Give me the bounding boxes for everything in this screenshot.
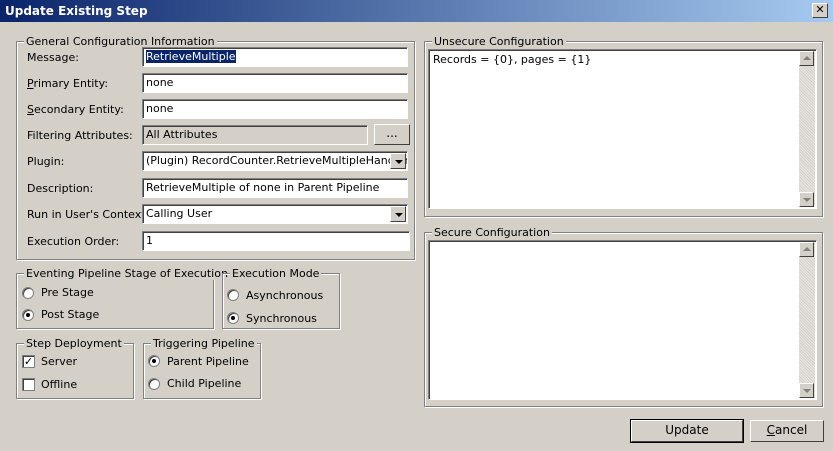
- unsecure-config-legend: Unsecure Configuration: [432, 35, 566, 48]
- unsecure-scrollbar[interactable]: [799, 51, 815, 207]
- secondary-entity-field[interactable]: none: [142, 99, 408, 119]
- offline-checkbox[interactable]: [22, 378, 35, 391]
- pre-stage-radio[interactable]: [22, 287, 34, 299]
- parent-pipeline-label[interactable]: Parent Pipeline: [167, 355, 249, 368]
- cancel-button[interactable]: Cancel: [750, 420, 824, 442]
- synchronous-label[interactable]: Synchronous: [246, 312, 317, 325]
- child-pipeline-radio[interactable]: [148, 378, 160, 390]
- scroll-down-button[interactable]: [799, 192, 814, 207]
- filtering-attributes-label: Filtering Attributes:: [27, 129, 133, 142]
- scroll-up-button[interactable]: [799, 242, 814, 257]
- plugin-select[interactable]: (Plugin) RecordCounter.RetrieveMultipleH…: [142, 151, 408, 171]
- message-field[interactable]: RetrieveMultiple: [142, 47, 408, 67]
- close-icon: ✕: [815, 3, 825, 16]
- user-context-label: Run in User's Context:: [27, 208, 150, 221]
- execution-order-field[interactable]: 1: [142, 231, 410, 251]
- stage-legend: Eventing Pipeline Stage of Execution: [24, 267, 230, 280]
- post-stage-label[interactable]: Post Stage: [41, 308, 99, 321]
- user-context-select[interactable]: Calling User: [142, 204, 408, 224]
- pre-stage-label[interactable]: Pre Stage: [41, 286, 94, 299]
- primary-entity-label: Primary Entity:: [27, 77, 109, 90]
- filtering-attributes-field: All Attributes: [142, 125, 368, 145]
- parent-pipeline-radio[interactable]: [148, 355, 160, 367]
- child-pipeline-label[interactable]: Child Pipeline: [167, 377, 241, 390]
- update-button[interactable]: Update: [630, 419, 744, 443]
- server-checkbox[interactable]: ✓: [22, 355, 35, 368]
- triggering-pipeline-group: [143, 343, 261, 399]
- user-context-dropdown-button[interactable]: [390, 206, 406, 222]
- asynchronous-label[interactable]: Asynchronous: [246, 289, 323, 302]
- triggering-pipeline-legend: Triggering Pipeline: [151, 337, 257, 350]
- plugin-dropdown-button[interactable]: [390, 153, 406, 169]
- secure-scrollbar[interactable]: [799, 242, 815, 398]
- description-label: Description:: [27, 182, 94, 195]
- step-deployment-legend: Step Deployment: [24, 337, 124, 350]
- primary-entity-field[interactable]: none: [142, 73, 408, 93]
- filtering-attributes-button[interactable]: ...: [374, 124, 410, 145]
- scroll-down-button[interactable]: [799, 383, 814, 398]
- synchronous-radio[interactable]: [227, 312, 239, 324]
- message-label: Message:: [27, 51, 79, 64]
- secondary-entity-label: Secondary Entity:: [27, 103, 124, 116]
- execution-order-label: Execution Order:: [27, 235, 120, 248]
- secure-config-textarea[interactable]: [428, 240, 817, 400]
- unsecure-config-text: Records = {0}, pages = {1}: [433, 53, 592, 66]
- plugin-label: Plugin:: [27, 155, 65, 168]
- unsecure-config-textarea[interactable]: Records = {0}, pages = {1}: [428, 49, 817, 209]
- offline-label[interactable]: Offline: [41, 378, 77, 391]
- scroll-up-button[interactable]: [799, 51, 814, 66]
- close-button[interactable]: ✕: [812, 3, 828, 18]
- execution-mode-legend: Execution Mode: [230, 267, 322, 280]
- secure-config-legend: Secure Configuration: [432, 226, 552, 239]
- window-title: Update Existing Step: [5, 4, 148, 18]
- asynchronous-radio[interactable]: [227, 289, 239, 301]
- post-stage-radio[interactable]: [22, 309, 34, 321]
- server-label[interactable]: Server: [41, 355, 77, 368]
- description-field[interactable]: RetrieveMultiple of none in Parent Pipel…: [142, 178, 408, 198]
